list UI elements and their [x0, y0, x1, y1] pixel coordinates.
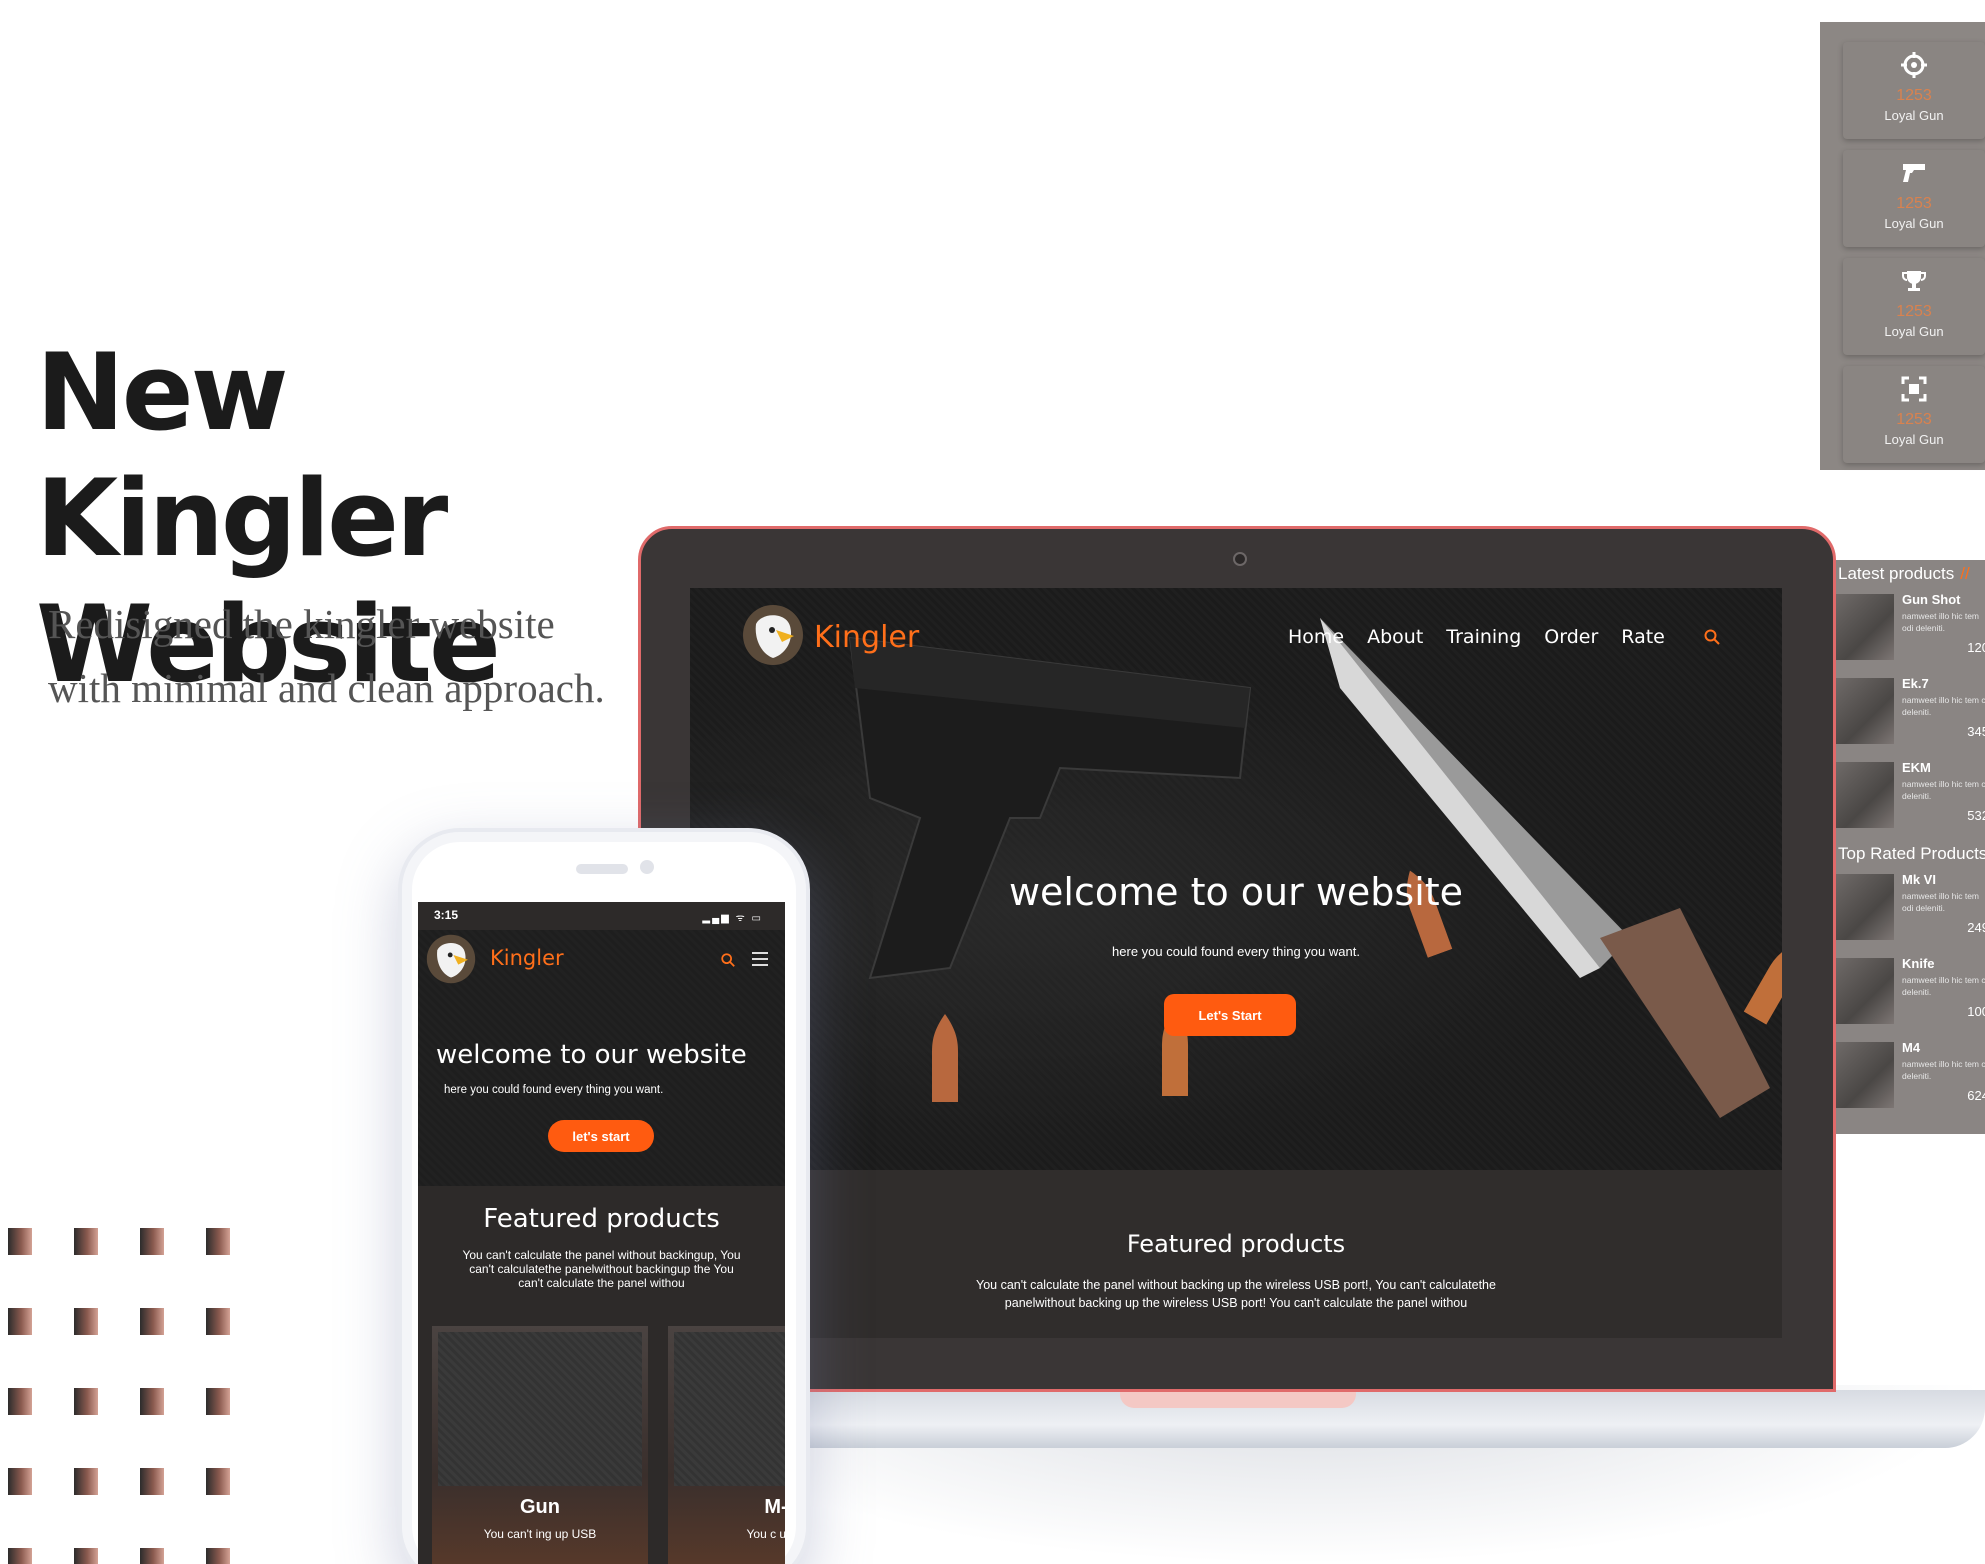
product-price: 532 [1967, 808, 1985, 823]
desktop-navbar: Kingler Home About Training Order Rate [690, 588, 1782, 688]
decorative-dot-grid [8, 1228, 248, 1564]
product-card-text: You can't ing up USB [483, 1527, 597, 1541]
eagle-logo-icon[interactable] [426, 934, 476, 984]
nav-rate[interactable]: Rate [1621, 626, 1665, 648]
mobile-featured-title: Featured products [483, 1204, 720, 1234]
page-subtitle: Redisigned the kingler website with mini… [48, 601, 605, 711]
mobile-featured-text: You can't calculate the panel without ba… [462, 1248, 741, 1290]
product-card-text: You c ulate [746, 1527, 785, 1541]
desktop-featured-section: Featured products You can't calculate th… [690, 1170, 1782, 1338]
pistol-icon [1899, 158, 1929, 188]
product-card[interactable]: Gun You can't ing up USB [432, 1326, 648, 1564]
bullet-image [932, 1014, 958, 1102]
stat-card: 1253 Loyal Gun [1843, 42, 1985, 139]
stat-label: Loyal Gun [1884, 432, 1944, 447]
product-price: 249 [1967, 920, 1985, 935]
welcome-title: welcome to our website [1008, 870, 1464, 914]
lets-start-button[interactable]: Let's Start [1164, 994, 1296, 1036]
featured-title: Featured products [1126, 1230, 1346, 1258]
product-thumbnail [1836, 762, 1894, 828]
status-time: 3:15 [434, 908, 459, 922]
headline-line-1: New Kingler [36, 331, 448, 580]
stat-label: Loyal Gun [1884, 108, 1944, 123]
mobile-welcome-subtitle: here you could found every thing you wan… [444, 1084, 664, 1096]
list-item[interactable]: Knife namweet illo hic tem co deleniti. … [1836, 952, 1985, 1036]
stat-value: 1253 [1896, 195, 1932, 212]
nav-training[interactable]: Training [1446, 626, 1521, 648]
menu-icon[interactable] [752, 952, 768, 966]
product-card-name: M- [764, 1496, 785, 1518]
focus-icon [1899, 374, 1929, 404]
product-price: 120 [1967, 640, 1985, 655]
product-thumbnail [1836, 1042, 1894, 1108]
product-desc: namweet illo hic tem odi deleniti. [1902, 891, 1980, 913]
product-desc: namweet illo hic tem co deleniti. [1902, 975, 1985, 997]
phone-speaker [576, 864, 628, 874]
search-icon[interactable] [720, 952, 736, 968]
desktop-nav-links: Home About Training Order Rate [1288, 626, 1688, 648]
brand-name[interactable]: Kingler [814, 620, 919, 655]
stat-card: 1253 Loyal Gun [1843, 366, 1985, 463]
stats-panel: 1253 Loyal Gun 1253 Loyal Gun 1253 Loyal… [1820, 22, 1985, 470]
product-thumbnail [1836, 874, 1894, 940]
product-desc: namweet illo hic tem co deleniti. [1902, 695, 1985, 717]
stat-label: Loyal Gun [1884, 324, 1944, 339]
eagle-logo-icon[interactable] [742, 604, 804, 666]
product-thumbnail [1836, 958, 1894, 1024]
stat-label: Loyal Gun [1884, 216, 1944, 231]
product-name: Knife [1902, 956, 1935, 971]
product-name: Mk VI [1902, 872, 1936, 887]
trophy-icon [1899, 266, 1929, 296]
product-card-name: Gun [520, 1496, 560, 1518]
product-thumbnail [1836, 678, 1894, 744]
stat-value: 1253 [1896, 411, 1932, 428]
product-price: 345 [1967, 724, 1985, 739]
top-rated-heading: Top Rated Products [1838, 844, 1985, 863]
latest-products-heading: Latest products// [1838, 564, 1970, 583]
nav-about[interactable]: About [1367, 626, 1423, 648]
nav-order[interactable]: Order [1544, 626, 1598, 648]
product-desc: namweet illo hic tem co deleniti. [1902, 1059, 1985, 1081]
list-item[interactable]: EKM namweet illo hic tem co deleniti. 53… [1836, 756, 1985, 840]
featured-text: You can't calculate the panel without ba… [976, 1278, 1496, 1310]
search-icon[interactable] [1703, 628, 1721, 646]
product-name: EKM [1902, 760, 1931, 775]
nav-home[interactable]: Home [1288, 626, 1344, 648]
laptop-notch [1120, 1390, 1356, 1408]
mobile-lets-start-button[interactable]: let's start [548, 1120, 654, 1152]
mobile-welcome-title: welcome to our website [436, 1040, 747, 1070]
mobile-brand-name[interactable]: Kingler [490, 946, 564, 970]
stat-card: 1253 Loyal Gun [1843, 258, 1985, 355]
list-item[interactable]: Ek.7 namweet illo hic tem co deleniti. 3… [1836, 672, 1985, 756]
list-item[interactable]: M4 namweet illo hic tem co deleniti. 624 [1836, 1036, 1985, 1120]
list-item[interactable]: Mk VI namweet illo hic tem odi deleniti.… [1836, 868, 1985, 952]
stat-card: 1253 Loyal Gun [1843, 150, 1985, 247]
desktop-website-screen: Kingler Home About Training Order Rate w… [690, 588, 1782, 1338]
welcome-subtitle: here you could found every thing you wan… [1112, 944, 1360, 959]
list-item[interactable]: Gun Shot namweet illo hic tem odi deleni… [1836, 588, 1985, 672]
product-card-image [674, 1332, 785, 1486]
product-price: 100 [1967, 1004, 1985, 1019]
product-desc: namweet illo hic tem odi deleniti. [1902, 611, 1980, 633]
product-card[interactable]: M- You c ulate [668, 1326, 785, 1564]
product-name: Gun Shot [1902, 592, 1961, 607]
stat-value: 1253 [1896, 87, 1932, 104]
laptop-camera [1233, 552, 1247, 566]
mobile-website-screen: 3:15 ▂▄▆ ᯤ ▭ Kingler welcome to our webs… [418, 902, 785, 1564]
product-thumbnail [1836, 594, 1894, 660]
stat-value: 1253 [1896, 303, 1932, 320]
target-icon [1899, 50, 1929, 80]
product-name: M4 [1902, 1040, 1921, 1055]
product-list-panel: Latest products// Gun Shot namweet illo … [1836, 560, 1985, 1134]
mobile-hero: Kingler welcome to our website here you … [418, 930, 785, 1186]
phone-camera [640, 860, 654, 874]
product-card-image [438, 1332, 642, 1486]
product-name: Ek.7 [1902, 676, 1929, 691]
product-desc: namweet illo hic tem co deleniti. [1902, 779, 1985, 801]
product-price: 624 [1967, 1088, 1985, 1103]
desktop-hero: Kingler Home About Training Order Rate w… [690, 588, 1782, 1170]
